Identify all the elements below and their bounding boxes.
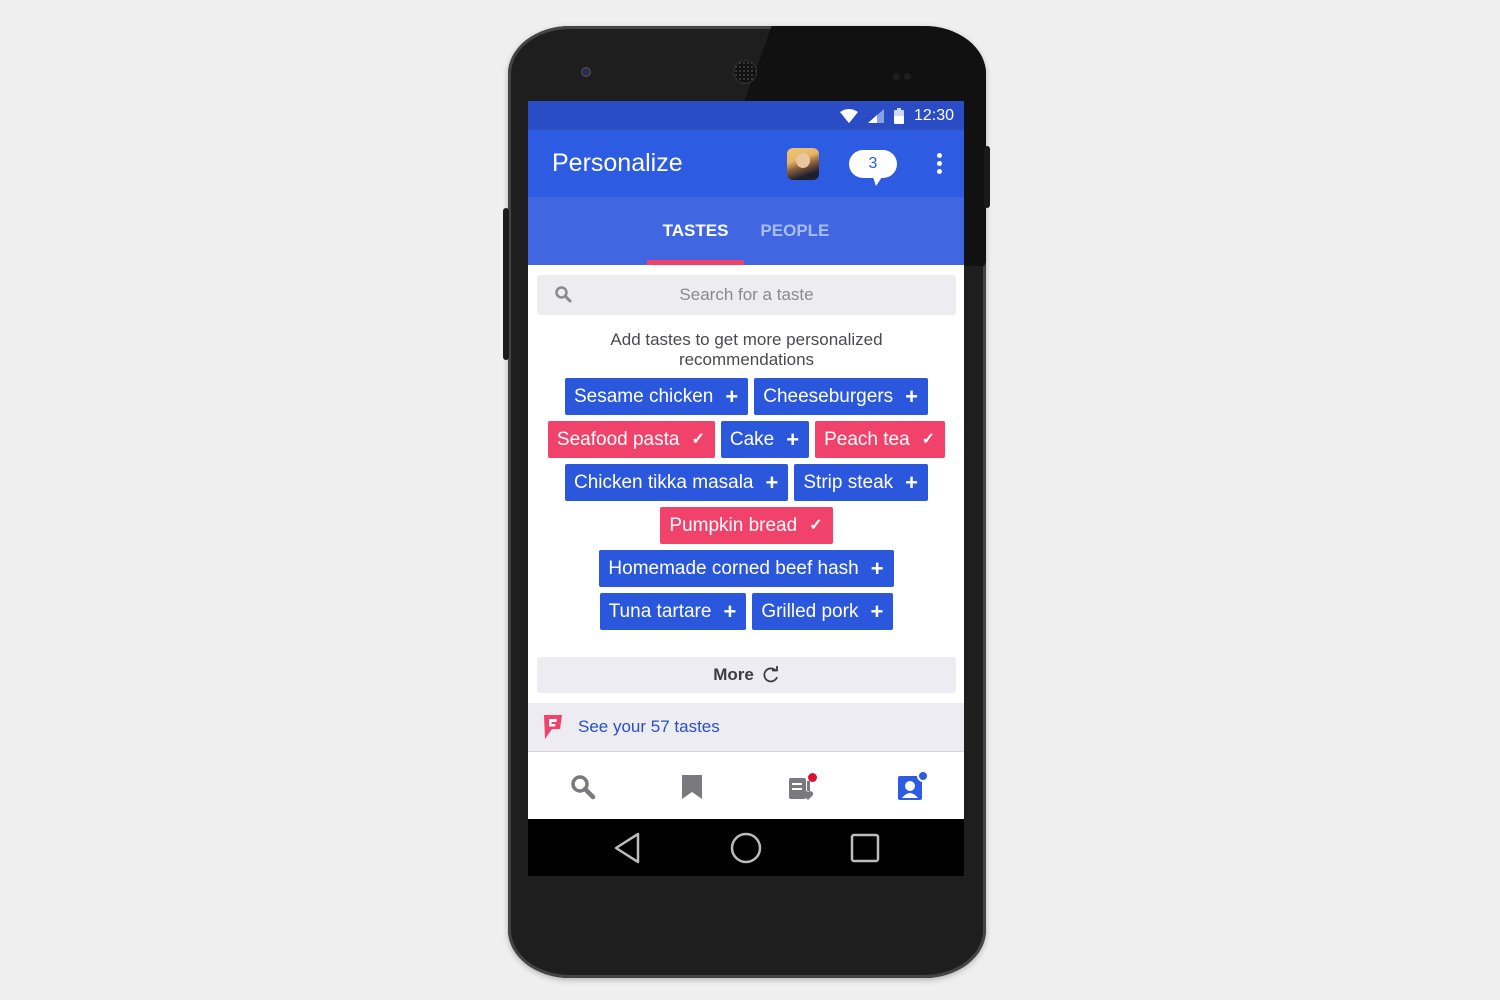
status-bar: 12:30: [528, 101, 964, 130]
chip-label: Chicken tikka masala: [573, 471, 754, 493]
check-icon: ✓: [921, 430, 936, 448]
back-icon[interactable]: [612, 832, 642, 864]
search-input[interactable]: [537, 285, 956, 305]
search-icon: [570, 774, 595, 799]
foursquare-logo-icon: [544, 715, 562, 739]
front-camera: [581, 67, 591, 77]
search-icon: [555, 286, 572, 303]
check-icon: ✓: [691, 430, 705, 448]
plus-icon: +: [905, 383, 919, 409]
taste-chip[interactable]: Tuna tartare +: [599, 593, 747, 630]
plus-icon: +: [725, 383, 739, 409]
taste-chip[interactable]: Strip steak +: [794, 464, 928, 501]
power-button: [984, 146, 990, 208]
recents-icon[interactable]: [850, 833, 880, 863]
chip-label: Peach tea: [824, 428, 910, 450]
tab-bar: TASTES PEOPLE: [528, 197, 964, 265]
system-navigation-bar: [528, 819, 964, 876]
chip-label: Homemade corned beef hash: [608, 557, 859, 579]
proximity-sensors: [893, 67, 917, 80]
more-vert-icon[interactable]: [937, 153, 942, 174]
chip-label: Strip steak: [803, 471, 894, 493]
volume-button: [503, 208, 509, 360]
refresh-icon: [763, 666, 778, 683]
chip-row: Chicken tikka masala + Strip steak +: [564, 464, 928, 501]
plus-icon: +: [723, 598, 737, 624]
plus-icon: +: [786, 426, 800, 452]
see-tastes-label: See your 57 tastes: [578, 717, 720, 736]
taste-chip[interactable]: Homemade corned beef hash +: [599, 550, 894, 587]
clock: 12:30: [913, 106, 954, 124]
more-label: More: [713, 665, 754, 684]
chip-label: Cheeseburgers: [763, 385, 894, 407]
chip-label: Sesame chicken: [573, 385, 714, 407]
taste-chip[interactable]: Chicken tikka masala +: [564, 464, 789, 501]
taste-chips: Sesame chicken + Cheeseburgers + Seafood p…: [537, 378, 956, 630]
chip-row: Homemade corned beef hash +: [599, 550, 894, 587]
nav-lists[interactable]: [781, 767, 821, 807]
nav-profile[interactable]: [890, 767, 930, 807]
notification-dot: [807, 772, 817, 782]
page-title: Personalize: [552, 149, 683, 177]
search-bar[interactable]: [537, 275, 956, 315]
notification-count: 3: [868, 154, 878, 172]
wifi-icon: [839, 108, 858, 123]
check-icon: ✓: [809, 516, 823, 534]
taste-chip-selected[interactable]: Pumpkin bread ✓: [660, 507, 833, 544]
notification-dot: [916, 769, 929, 782]
chip-label: Cake: [729, 428, 775, 450]
chip-row: Pumpkin bread ✓: [660, 507, 833, 544]
more-button[interactable]: More: [537, 657, 956, 693]
bookmark-icon: [681, 774, 702, 799]
nav-saved[interactable]: [672, 767, 712, 807]
chip-label: Pumpkin bread: [669, 514, 798, 536]
chip-row: Sesame chicken + Cheeseburgers +: [564, 378, 929, 415]
tab-tastes[interactable]: TASTES: [646, 197, 745, 265]
app-screen: 12:30 Personalize 3 TASTES PEOPLE Add ta…: [528, 101, 964, 876]
bottom-navigation: [528, 752, 964, 821]
taste-chip-selected[interactable]: Seafood pasta ✓: [547, 421, 715, 458]
chip-row: Tuna tartare + Grilled pork +: [599, 593, 894, 630]
app-bar: Personalize 3: [528, 130, 964, 197]
taste-chip[interactable]: Grilled pork +: [752, 593, 894, 630]
plus-icon: +: [765, 469, 779, 495]
home-icon[interactable]: [730, 832, 762, 864]
tastes-content: Add tastes to get more personalized reco…: [528, 265, 964, 752]
chat-bubble-icon[interactable]: 3: [849, 149, 897, 186]
plus-icon: +: [870, 598, 884, 624]
taste-chip[interactable]: Cake +: [720, 421, 810, 458]
see-tastes-link[interactable]: See your 57 tastes: [528, 703, 964, 752]
taste-chip-selected[interactable]: Peach tea ✓: [815, 421, 946, 458]
chip-row: Seafood pasta ✓ Cake + Peach tea ✓: [547, 421, 946, 458]
avatar[interactable]: [787, 147, 819, 180]
chip-label: Seafood pasta: [556, 428, 680, 450]
plus-icon: +: [870, 555, 884, 581]
taste-chip[interactable]: Cheeseburgers +: [754, 378, 929, 415]
taste-chip[interactable]: Sesame chicken +: [564, 378, 749, 415]
hint-text: Add tastes to get more personalized reco…: [610, 330, 883, 369]
earpiece-speaker: [733, 60, 757, 84]
chip-label: Tuna tartare: [608, 600, 712, 622]
chip-label: Grilled pork: [761, 600, 859, 622]
tab-people[interactable]: PEOPLE: [744, 197, 845, 265]
signal-icon: [867, 108, 884, 123]
plus-icon: +: [905, 469, 918, 495]
nav-search[interactable]: [563, 767, 603, 807]
battery-icon: [893, 107, 904, 124]
